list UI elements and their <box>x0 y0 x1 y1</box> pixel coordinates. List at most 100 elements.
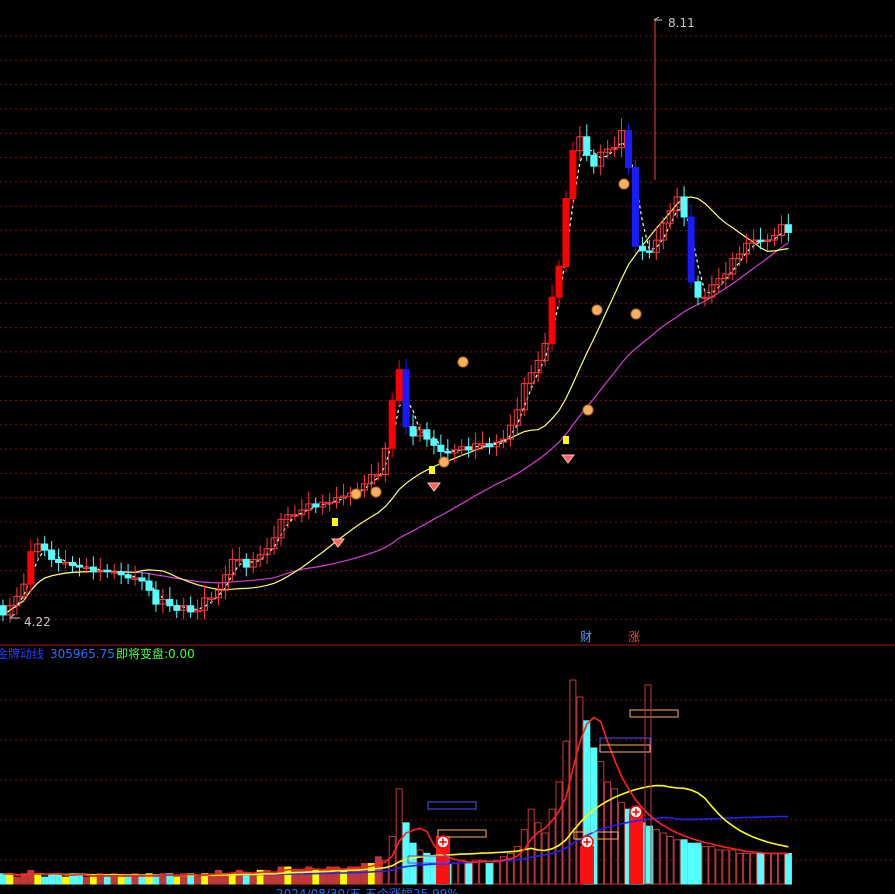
candle-body <box>27 551 35 585</box>
candle-body <box>555 265 563 298</box>
volume-bar <box>27 869 35 885</box>
volume-bar <box>458 859 466 885</box>
candle-body <box>430 438 438 446</box>
yellow-marker <box>332 518 338 526</box>
candle-body <box>187 605 195 613</box>
volume-bar <box>41 876 49 885</box>
candle-body <box>69 562 76 567</box>
volume-bar <box>555 781 563 885</box>
volume-bar <box>138 876 146 885</box>
candle-body <box>48 549 56 560</box>
marker-cai: 财 <box>580 630 592 644</box>
volume-bar <box>541 832 549 885</box>
volume-bar <box>55 873 63 885</box>
volume-bar <box>117 876 125 885</box>
candle-body <box>562 198 570 267</box>
candle-body <box>138 577 146 582</box>
candle-body <box>388 400 396 449</box>
volume-bar <box>562 740 570 885</box>
volume-bar <box>82 876 90 885</box>
volume-bar <box>618 801 626 885</box>
volume-bar <box>736 852 744 885</box>
yellow-marker <box>429 466 435 474</box>
annotation-box <box>427 801 477 810</box>
candle-body <box>76 565 83 568</box>
volume-bar <box>333 866 341 885</box>
volume-bar <box>694 842 702 885</box>
indicator-value-2: 0.00 <box>168 647 195 661</box>
hand-icon <box>350 488 362 500</box>
candle-body <box>569 150 577 199</box>
signal-icons <box>331 178 642 548</box>
bottom-status-text: 2024/08/30/五 五个涨幅25.99% <box>276 886 459 894</box>
candle-body <box>645 250 653 253</box>
volume-bar <box>13 876 21 885</box>
candle-body <box>423 429 431 440</box>
low-price-marker: 4.22 <box>9 613 51 629</box>
candle-body <box>784 224 792 233</box>
candle-body <box>103 569 111 573</box>
volume-bar <box>451 863 459 885</box>
yellow-marker <box>563 436 569 444</box>
volume-bar <box>604 781 612 885</box>
volume-bar <box>194 876 202 885</box>
volume-bar <box>381 859 389 885</box>
volume-bar <box>215 869 222 885</box>
candle-body <box>145 580 153 591</box>
high-price-label: 8.11 <box>668 16 695 30</box>
volume-bar <box>611 788 619 885</box>
breakout-volume-bar <box>580 846 594 884</box>
candle-body <box>312 503 320 508</box>
volume-bar <box>173 876 181 885</box>
candle-body <box>89 566 97 573</box>
volume-bar <box>465 863 473 885</box>
volume-bar <box>680 839 688 885</box>
candle-body <box>124 574 132 579</box>
candle-body <box>55 558 63 564</box>
volume-bar <box>374 856 382 885</box>
candle-body <box>402 369 410 428</box>
volume-bar <box>652 829 660 885</box>
volume-bar <box>472 859 480 885</box>
volume-bar <box>757 852 765 885</box>
candle-body <box>173 605 181 611</box>
volume-bar <box>777 852 785 885</box>
volume-bar <box>784 852 792 885</box>
annotation-box <box>599 744 651 753</box>
low-price-label: 4.22 <box>24 615 51 629</box>
high-price-marker: 8.11 <box>653 16 695 30</box>
hand-icon <box>370 486 382 498</box>
gem-icon <box>561 454 575 464</box>
volume-bar <box>673 839 681 885</box>
candle-body <box>548 296 556 345</box>
candle-body <box>680 196 688 218</box>
volume-bar <box>423 852 431 885</box>
volume-bar <box>486 863 493 885</box>
volume-bar <box>416 849 424 885</box>
volume-bar <box>520 829 528 885</box>
hand-icon <box>591 304 603 316</box>
candle-body <box>590 154 598 167</box>
volume-bar <box>569 679 577 885</box>
volume-bar <box>62 876 70 885</box>
volume-bar <box>729 849 737 885</box>
candle-body <box>486 443 493 448</box>
volume-bar <box>103 876 111 885</box>
volume-bar <box>771 852 778 885</box>
candle-body <box>152 589 160 605</box>
candle-body <box>583 136 591 156</box>
volume-bar <box>277 866 285 885</box>
volume-bar <box>395 788 403 885</box>
volume-bar <box>492 859 500 885</box>
volume-bar <box>124 876 132 885</box>
price-grid <box>0 35 895 620</box>
volume-bar <box>48 873 56 885</box>
annotation-box <box>629 709 679 718</box>
volume-bar <box>34 873 42 885</box>
volume-bar <box>743 852 751 885</box>
volume-bar <box>409 842 417 885</box>
volume-bar <box>708 846 716 885</box>
volume-bar <box>715 849 723 885</box>
hand-icon <box>618 178 630 190</box>
volume-bar <box>270 873 278 885</box>
